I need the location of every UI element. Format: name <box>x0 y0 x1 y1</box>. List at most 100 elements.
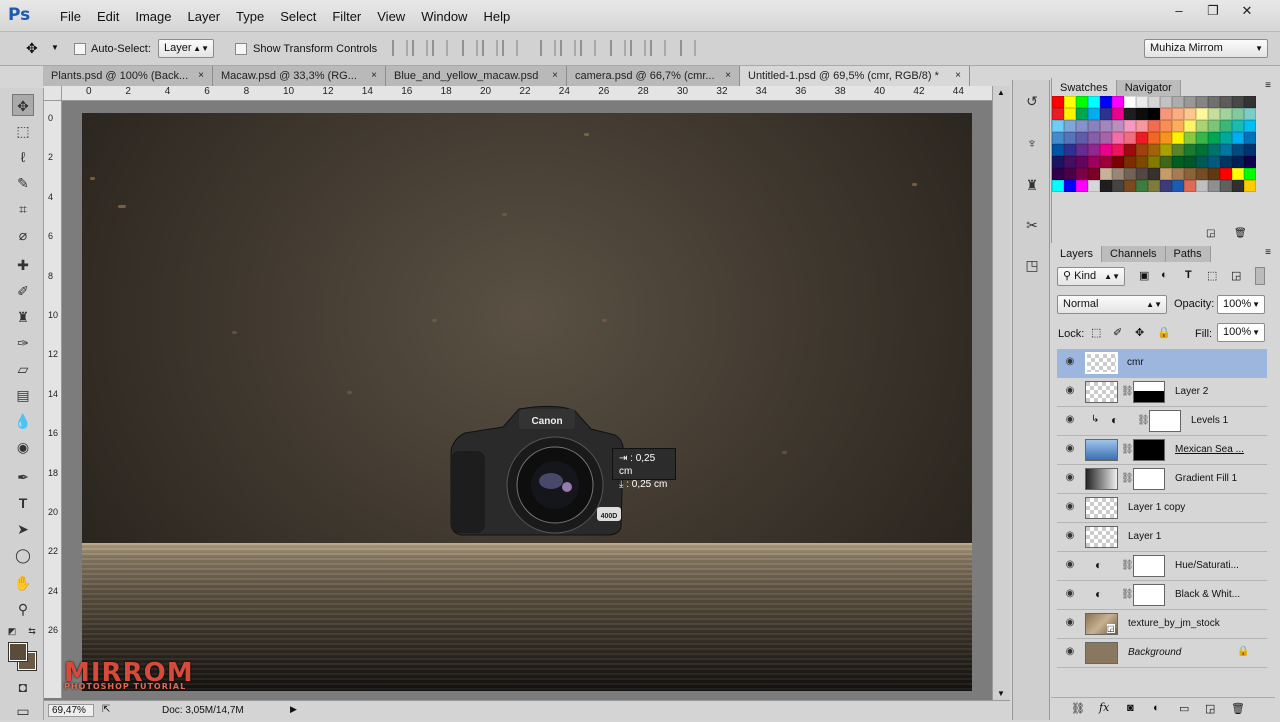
color-swatch[interactable] <box>1124 96 1136 108</box>
workspace-dropdown[interactable]: Muhiza Mirrom ▼ <box>1144 39 1268 58</box>
color-swatch[interactable] <box>1064 108 1076 120</box>
color-swatch[interactable] <box>1160 96 1172 108</box>
panel-menu-icon[interactable]: ≡ <box>1265 247 1271 258</box>
foreground-color-swatch[interactable] <box>8 642 28 662</box>
lock-position-icon[interactable]: ✥ <box>1135 326 1144 339</box>
mask-link-icon[interactable]: ⛓ <box>1121 473 1134 484</box>
layer-name[interactable]: texture_by_jm_stock <box>1128 618 1220 629</box>
color-swatch[interactable] <box>1196 168 1208 180</box>
color-swatch[interactable] <box>1160 180 1172 192</box>
color-swatch[interactable] <box>1172 144 1184 156</box>
move-tool-icon[interactable]: ✥ <box>12 94 34 116</box>
color-swatch[interactable] <box>1136 96 1148 108</box>
color-swatch[interactable] <box>1220 96 1232 108</box>
color-swatch[interactable] <box>1112 156 1124 168</box>
color-swatch[interactable] <box>1088 156 1100 168</box>
visibility-eye-icon[interactable]: ◉ <box>1063 502 1077 512</box>
align-right-icon[interactable] <box>502 40 518 56</box>
color-swatch[interactable] <box>1232 120 1244 132</box>
color-swatch[interactable] <box>1196 156 1208 168</box>
type-tool-icon[interactable]: T <box>12 492 34 514</box>
eraser-tool-icon[interactable]: ▱ <box>12 358 34 380</box>
vertical-scrollbar[interactable]: ▲ ▼ <box>992 86 1010 700</box>
close-icon[interactable]: × <box>552 66 558 86</box>
color-swatch[interactable] <box>1160 156 1172 168</box>
lock-all-icon[interactable]: 🔒 <box>1157 326 1171 339</box>
close-button[interactable]: ✕ <box>1230 2 1264 20</box>
color-swatch[interactable] <box>1088 108 1100 120</box>
color-swatch[interactable] <box>1244 120 1256 132</box>
color-swatch[interactable] <box>1100 168 1112 180</box>
layer-name[interactable]: Levels 1 <box>1191 415 1228 426</box>
color-swatch[interactable] <box>1160 108 1172 120</box>
color-swatch[interactable] <box>1160 132 1172 144</box>
color-swatch[interactable] <box>1088 144 1100 156</box>
delete-layer-icon[interactable]: 🗑 <box>1231 702 1245 715</box>
tab-layers[interactable]: Layers <box>1052 246 1103 262</box>
color-swatch[interactable] <box>1232 168 1244 180</box>
close-icon[interactable]: × <box>725 66 731 86</box>
filter-shape-icon[interactable]: ⬚ <box>1207 269 1217 282</box>
align-bottom-icon[interactable] <box>432 40 448 56</box>
new-swatch-icon[interactable]: ◲ <box>1206 228 1215 239</box>
color-swatch[interactable] <box>1064 180 1076 192</box>
color-swatch[interactable] <box>1052 144 1064 156</box>
color-swatch[interactable] <box>1232 132 1244 144</box>
tab-swatches[interactable]: Swatches <box>1052 80 1117 96</box>
color-swatch[interactable] <box>1100 144 1112 156</box>
panel-menu-icon[interactable]: ≡ <box>1265 80 1271 91</box>
color-swatch[interactable] <box>1124 156 1136 168</box>
color-swatch[interactable] <box>1160 144 1172 156</box>
auto-select-checkbox[interactable] <box>74 43 86 55</box>
status-menu-arrow-icon[interactable]: ▶ <box>290 704 297 715</box>
distribute-bottom-icon[interactable] <box>580 40 596 56</box>
image-canvas[interactable]: Canon 400D <box>82 113 972 691</box>
color-swatch[interactable] <box>1100 132 1112 144</box>
color-swatch[interactable] <box>1052 132 1064 144</box>
color-swatch[interactable] <box>1064 120 1076 132</box>
distribute-hcenter-icon[interactable] <box>630 40 646 56</box>
distribute-right-icon[interactable] <box>650 40 666 56</box>
color-swatch[interactable] <box>1220 144 1232 156</box>
layer-name[interactable]: Mexican Sea ... <box>1175 444 1244 455</box>
color-swatch[interactable] <box>1232 108 1244 120</box>
mask-link-icon[interactable]: ⛓ <box>1121 589 1134 600</box>
color-swatch[interactable] <box>1112 180 1124 192</box>
zoom-level[interactable]: 69,47% <box>48 704 94 717</box>
layer-row[interactable]: ◉ Background 🔒 <box>1057 639 1267 668</box>
layer-name[interactable]: cmr <box>1127 357 1144 368</box>
auto-align-icon[interactable] <box>680 40 696 56</box>
color-swatch[interactable] <box>1232 180 1244 192</box>
show-transform-checkbox[interactable] <box>235 43 247 55</box>
delete-swatch-icon[interactable]: 🗑 <box>1234 228 1247 239</box>
fill-field[interactable]: 100% ▼ <box>1217 323 1265 342</box>
color-swatch[interactable] <box>1220 132 1232 144</box>
layer-style-icon[interactable]: fx <box>1099 701 1109 714</box>
color-swatch[interactable] <box>1208 156 1220 168</box>
menu-window[interactable]: Window <box>413 9 475 24</box>
lasso-tool-icon[interactable]: ℓ <box>12 146 34 168</box>
color-swatch[interactable] <box>1052 180 1064 192</box>
tab-untitled-1[interactable]: Untitled-1.psd @ 69,5% (cmr, RGB/8) * × <box>740 66 970 86</box>
visibility-eye-icon[interactable]: ◉ <box>1063 444 1077 454</box>
move-tool-icon[interactable]: ✥ <box>26 40 38 57</box>
color-swatch[interactable] <box>1184 168 1196 180</box>
visibility-eye-icon[interactable]: ◉ <box>1063 415 1077 425</box>
tab-camera[interactable]: camera.psd @ 66,7% (cmr... × <box>567 66 740 86</box>
layer-row[interactable]: ◉ ◐ ⛓ Black & Whit... <box>1057 581 1267 610</box>
color-swatch[interactable] <box>1076 108 1088 120</box>
layer-name[interactable]: Gradient Fill 1 <box>1175 473 1237 484</box>
color-swatch[interactable] <box>1124 180 1136 192</box>
color-swatch[interactable] <box>1196 96 1208 108</box>
close-icon[interactable]: × <box>198 66 204 86</box>
layer-row[interactable]: ◉ ◐ ⛓ Hue/Saturati... <box>1057 552 1267 581</box>
distribute-left-icon[interactable] <box>610 40 626 56</box>
filter-type-icon[interactable]: T <box>1185 269 1192 281</box>
close-icon[interactable]: × <box>371 66 377 86</box>
auto-select-dropdown[interactable]: Layer ▲▼ <box>158 39 214 58</box>
color-swatch[interactable] <box>1184 120 1196 132</box>
color-swatch[interactable] <box>1232 144 1244 156</box>
menu-select[interactable]: Select <box>272 9 324 24</box>
color-swatch[interactable] <box>1124 144 1136 156</box>
color-swatch[interactable] <box>1076 96 1088 108</box>
